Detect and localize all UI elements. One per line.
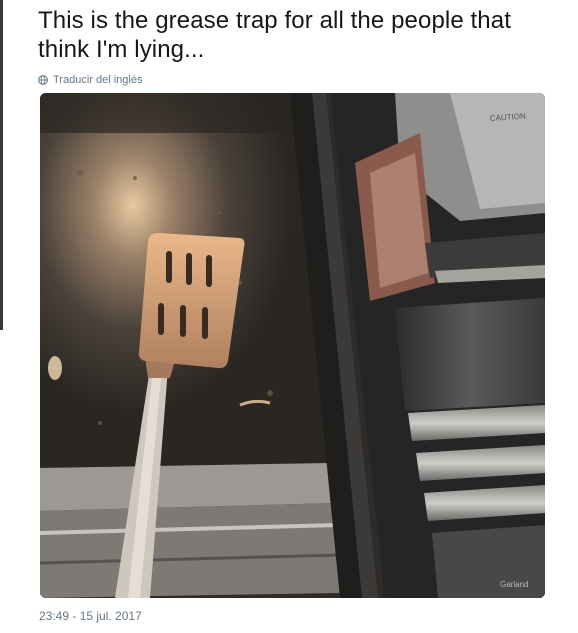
- globe-icon: [38, 75, 48, 85]
- brand-label: Garland: [500, 580, 528, 589]
- window-edge: [0, 0, 3, 330]
- tweet: This is the grease trap for all the peop…: [38, 0, 548, 87]
- tweet-timestamp[interactable]: 23:49 - 15 jul. 2017: [39, 609, 142, 623]
- translate-label: Traducir del inglés: [53, 74, 143, 86]
- grease-trap-photo: Garland CAUTION: [40, 93, 545, 598]
- translate-link[interactable]: Traducir del inglés: [38, 73, 548, 87]
- tweet-photo[interactable]: Garland CAUTION: [40, 93, 545, 598]
- tweet-text: This is the grease trap for all the peop…: [38, 7, 511, 63]
